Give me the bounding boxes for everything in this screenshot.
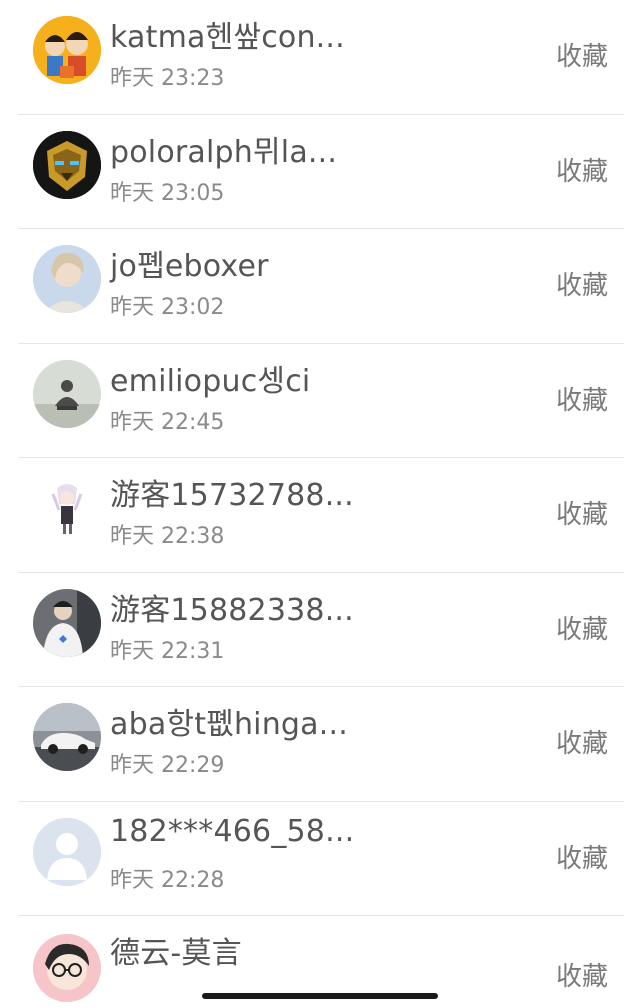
user-name: 德云-莫言 xyxy=(110,936,242,971)
list-item[interactable]: poloralph뮈la... 昨天 23:05 收藏 xyxy=(0,115,640,229)
home-indicator[interactable] xyxy=(202,993,438,999)
timestamp: 昨天 23:23 xyxy=(110,66,225,91)
timestamp: 昨天 23:02 xyxy=(110,295,225,320)
user-name: poloralph뮈la... xyxy=(110,134,338,170)
collect-button[interactable]: 收藏 xyxy=(556,494,608,531)
list-item[interactable]: 游客15732788... 昨天 22:38 收藏 xyxy=(0,458,640,573)
avatar[interactable] xyxy=(33,359,101,428)
collect-button[interactable]: 收藏 xyxy=(556,265,608,302)
avatar[interactable] xyxy=(33,245,101,313)
robot-helmet-icon xyxy=(33,130,101,199)
list-item[interactable]: 182***466_58... 昨天 22:28 收藏 xyxy=(0,802,640,916)
list-item[interactable]: emiliopuc셍ci 昨天 22:45 收藏 xyxy=(0,344,640,458)
user-name: aba항t폢hinga... xyxy=(110,707,348,742)
collect-button[interactable]: 收藏 xyxy=(556,956,608,993)
avatar[interactable] xyxy=(33,817,101,886)
avatar[interactable] xyxy=(33,16,101,84)
timestamp: 昨天 22:38 xyxy=(110,524,225,549)
buddha-statue-icon xyxy=(33,359,101,428)
timestamp: 昨天 22:28 xyxy=(110,867,225,893)
user-name: emiliopuc셍ci xyxy=(110,363,311,399)
user-name: jo폡eboxer xyxy=(110,249,269,284)
user-name: katma헨쌒con... xyxy=(110,20,345,55)
anime-girl-icon xyxy=(33,474,101,542)
list-item[interactable]: aba항t폢hinga... 昨天 22:29 收藏 xyxy=(0,687,640,802)
list-item[interactable]: jo폡eboxer 昨天 23:02 收藏 xyxy=(0,229,640,344)
avatar[interactable] xyxy=(33,474,101,542)
avatar[interactable] xyxy=(33,703,101,771)
avatar[interactable] xyxy=(33,130,101,199)
timestamp: 昨天 22:31 xyxy=(110,638,225,664)
collect-button[interactable]: 收藏 xyxy=(556,838,608,875)
collect-button[interactable]: 收藏 xyxy=(556,36,608,73)
cartoon-glasses-icon xyxy=(33,934,101,1002)
user-name: 182***466_58... xyxy=(110,813,355,849)
avatar[interactable] xyxy=(33,588,101,657)
hoodie-boy-icon xyxy=(33,588,101,657)
user-name: 游客15732788... xyxy=(110,478,354,513)
timestamp: 昨天 22:29 xyxy=(110,753,225,778)
collect-button[interactable]: 收藏 xyxy=(556,723,608,760)
collect-button[interactable]: 收藏 xyxy=(556,380,608,417)
woman-portrait-icon xyxy=(33,245,101,313)
sports-car-icon xyxy=(33,703,101,771)
list-item[interactable]: 游客15882338... 昨天 22:31 收藏 xyxy=(0,573,640,687)
timestamp: 昨天 23:05 xyxy=(110,180,225,206)
avatar[interactable] xyxy=(33,934,101,1002)
list-item[interactable]: katma헨쌒con... 昨天 23:23 收藏 xyxy=(0,0,640,115)
collect-button[interactable]: 收藏 xyxy=(556,609,608,646)
cartoon-family-icon xyxy=(33,16,101,84)
collect-button[interactable]: 收藏 xyxy=(556,151,608,188)
default-person-icon xyxy=(33,817,101,886)
timestamp: 昨天 22:45 xyxy=(110,409,225,435)
collect-list: katma헨쌒con... 昨天 23:23 收藏 poloralph뮈la..… xyxy=(0,0,640,1002)
user-name: 游客15882338... xyxy=(110,592,354,628)
